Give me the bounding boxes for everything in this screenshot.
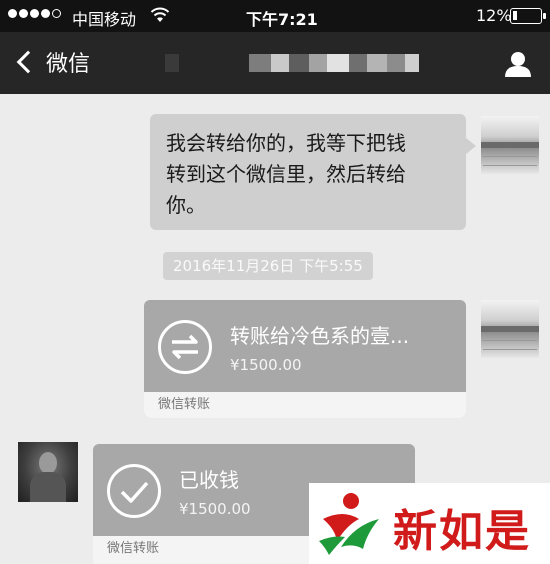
chevron-left-icon <box>16 50 40 74</box>
avatar[interactable] <box>18 442 78 502</box>
back-button[interactable]: 微信 <box>14 46 90 78</box>
chat-title-pixelated <box>165 54 419 72</box>
battery-percent: 12% <box>476 6 512 25</box>
person-icon[interactable] <box>504 50 532 78</box>
checkmark-icon <box>107 464 161 518</box>
transfer-arrows-icon <box>158 320 212 374</box>
transfer-label: 转账给冷色系的壹... <box>230 324 410 348</box>
transfer-label: 已收钱 <box>179 468 239 492</box>
back-label: 微信 <box>46 52 91 77</box>
watermark-logo: 新如是 <box>309 483 550 564</box>
signal-strength-icon <box>8 9 61 18</box>
transfer-amount: ¥1500.00 <box>230 356 302 374</box>
carrier-name: 中国移动 <box>72 10 137 29</box>
battery-icon <box>510 8 546 24</box>
message-line: 转到这个微信里，然后转给 <box>166 162 406 186</box>
status-time: 下午7:21 <box>246 10 318 29</box>
transfer-card-outgoing[interactable]: 转账给冷色系的壹... ¥1500.00 微信转账 <box>144 300 466 418</box>
message-line: 你。 <box>166 193 206 217</box>
timestamp-chip: 2016年11月26日 下午5:55 <box>163 252 373 280</box>
transfer-amount: ¥1500.00 <box>179 500 251 518</box>
watermark-text: 新如是 <box>393 506 531 557</box>
nav-bar: 微信 <box>0 32 550 94</box>
transfer-footer: 微信转账 <box>144 392 466 418</box>
logo-icon <box>319 493 379 555</box>
status-bar: 中国移动 下午7:21 12% <box>0 0 550 32</box>
avatar[interactable] <box>481 300 539 358</box>
wifi-icon <box>150 7 170 22</box>
message-line: 我会转给你的，我等下把钱 <box>166 131 406 155</box>
outgoing-message-bubble[interactable]: 我会转给你的，我等下把钱 转到这个微信里，然后转给 你。 <box>150 114 476 230</box>
avatar[interactable] <box>481 116 539 174</box>
